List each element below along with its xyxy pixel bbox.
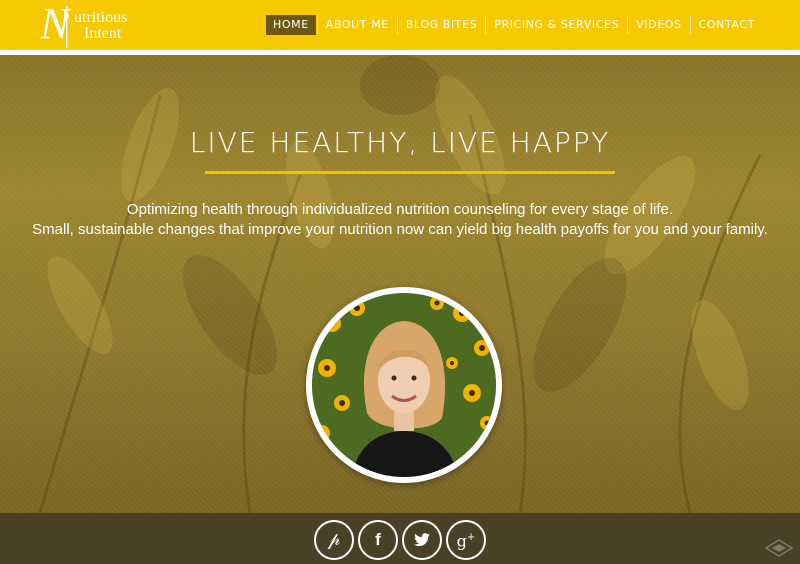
nav-videos[interactable]: VIDEOS <box>629 15 688 35</box>
nav-home[interactable]: HOME <box>266 15 316 35</box>
nav-divider <box>316 16 318 34</box>
corner-watermark-icon <box>764 539 794 557</box>
pinterest-icon: 𝓅 <box>327 529 341 550</box>
logo-line-1: utritious <box>74 9 128 26</box>
nav-divider <box>689 16 691 34</box>
site-logo[interactable]: N utritious Intent <box>40 0 150 48</box>
facebook-button[interactable]: f <box>358 520 398 560</box>
twitter-icon <box>414 533 430 547</box>
nav-contact[interactable]: CONTACT <box>692 15 762 35</box>
social-bar <box>0 513 800 564</box>
wheat-stalk-icon <box>64 6 69 48</box>
hero-line-1: Optimizing health through individualized… <box>126 201 674 218</box>
hero-banner: LIVE HEALTHY, LIVE HAPPY Optimizing heal… <box>0 55 800 513</box>
nav-about-me[interactable]: ABOUT ME <box>319 15 396 35</box>
nav-divider <box>485 16 487 34</box>
nav-pricing-services[interactable]: PRICING & SERVICES <box>487 15 626 35</box>
profile-photo-frame <box>306 287 502 483</box>
portrait-image <box>312 293 496 477</box>
title-underline <box>205 171 615 174</box>
pinterest-button[interactable]: 𝓅 <box>314 520 354 560</box>
logo-line-2: Intent <box>84 25 122 42</box>
site-header: N utritious Intent HOME ABOUT ME BLOG BI… <box>0 0 800 50</box>
main-nav: HOME ABOUT ME BLOG BITES PRICING & SERVI… <box>266 15 762 35</box>
nav-divider <box>627 16 629 34</box>
nav-divider <box>396 16 398 34</box>
hero-description: Optimizing health through individualized… <box>30 200 770 240</box>
google-plus-button[interactable]: g+ <box>446 520 486 560</box>
profile-photo <box>312 293 496 477</box>
hero-line-2: Small, sustainable changes that improve … <box>32 221 768 238</box>
hero-title: LIVE HEALTHY, LIVE HAPPY <box>189 126 611 159</box>
twitter-button[interactable] <box>402 520 442 560</box>
google-plus-icon: g+ <box>456 531 476 551</box>
facebook-icon: f <box>375 530 381 549</box>
nav-blog-bites[interactable]: BLOG BITES <box>399 15 484 35</box>
